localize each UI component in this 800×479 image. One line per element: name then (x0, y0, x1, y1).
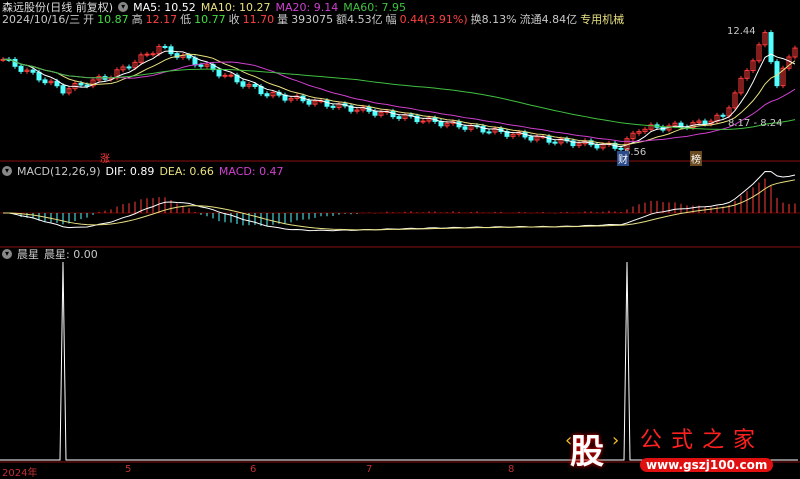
candle (252, 83, 258, 87)
macd-value: MACD: 0.47 (218, 164, 284, 178)
candle (150, 53, 156, 56)
logo-name: 公式之家 (640, 428, 765, 453)
candle (36, 71, 42, 81)
tag-cai[interactable]: 财 (617, 151, 629, 166)
candle (168, 46, 174, 55)
candle (78, 82, 84, 86)
candle (42, 79, 48, 84)
candle (720, 114, 726, 117)
candle (12, 58, 18, 67)
candle (546, 136, 552, 143)
ma20-line (2, 58, 796, 142)
chevron-down-icon[interactable]: ▾ (2, 166, 12, 176)
candle (186, 54, 192, 59)
candle (420, 120, 426, 123)
candle (198, 64, 204, 67)
candle (192, 57, 198, 66)
candle (60, 85, 66, 94)
candle (594, 144, 600, 149)
logo-char: 股 (570, 432, 604, 472)
high-annotation: 12.44 (727, 26, 756, 37)
candle (228, 74, 234, 77)
candle (324, 100, 330, 107)
candle (162, 45, 168, 48)
candle (552, 141, 558, 144)
dea-line (2, 179, 796, 231)
chenxing-title: 晨星 (17, 248, 39, 261)
candle (702, 120, 708, 125)
axis-label: 2024年 (2, 468, 38, 479)
range-annotation: 8.17 - 8.24 (728, 118, 783, 129)
candle (618, 147, 624, 150)
candle (144, 53, 150, 56)
chenxing-header: ▾ 晨星 晨星: 0.00 (2, 248, 98, 261)
candle (462, 126, 468, 130)
axis-label: 5 (125, 464, 132, 475)
candle (768, 32, 774, 63)
logo-url: www.gszj100.com (640, 458, 774, 472)
chart-canvas[interactable] (0, 0, 800, 476)
candle (264, 93, 270, 97)
candle (330, 105, 336, 108)
dif-value: DIF: 0.89 (105, 164, 155, 178)
candle (216, 69, 222, 77)
candle (18, 65, 24, 72)
ma10-line (2, 53, 796, 146)
chevron-down-icon[interactable]: ▾ (2, 249, 12, 259)
candle (396, 116, 402, 119)
candle (372, 110, 378, 116)
horn-icon: › (612, 430, 620, 451)
candle (222, 74, 228, 77)
macd-header: ▾ MACD(12,26,9) DIF: 0.89 DEA: 0.66 MACD… (2, 164, 284, 178)
candle (84, 84, 90, 87)
ma5-line (2, 50, 796, 148)
axis-label: 7 (366, 464, 373, 475)
axis-label: 6 (250, 464, 257, 475)
axis-label: 8 (508, 464, 515, 475)
candle (306, 100, 312, 105)
candle (486, 131, 492, 134)
candle (240, 81, 246, 87)
tag-zhang[interactable]: 涨 (100, 150, 110, 165)
chenxing-value: 晨星: 0.00 (44, 248, 98, 261)
candle (126, 66, 132, 69)
candle (528, 136, 534, 141)
watermark-logo: 股 ‹ › 公式之家 www.gszj100.com (560, 420, 800, 476)
macd-title: MACD(12,26,9) (17, 164, 101, 178)
tag-bang[interactable]: 榜 (690, 151, 702, 166)
horn-icon: ‹ (565, 430, 573, 451)
dea-value: DEA: 0.66 (159, 164, 214, 178)
candle (30, 69, 36, 73)
